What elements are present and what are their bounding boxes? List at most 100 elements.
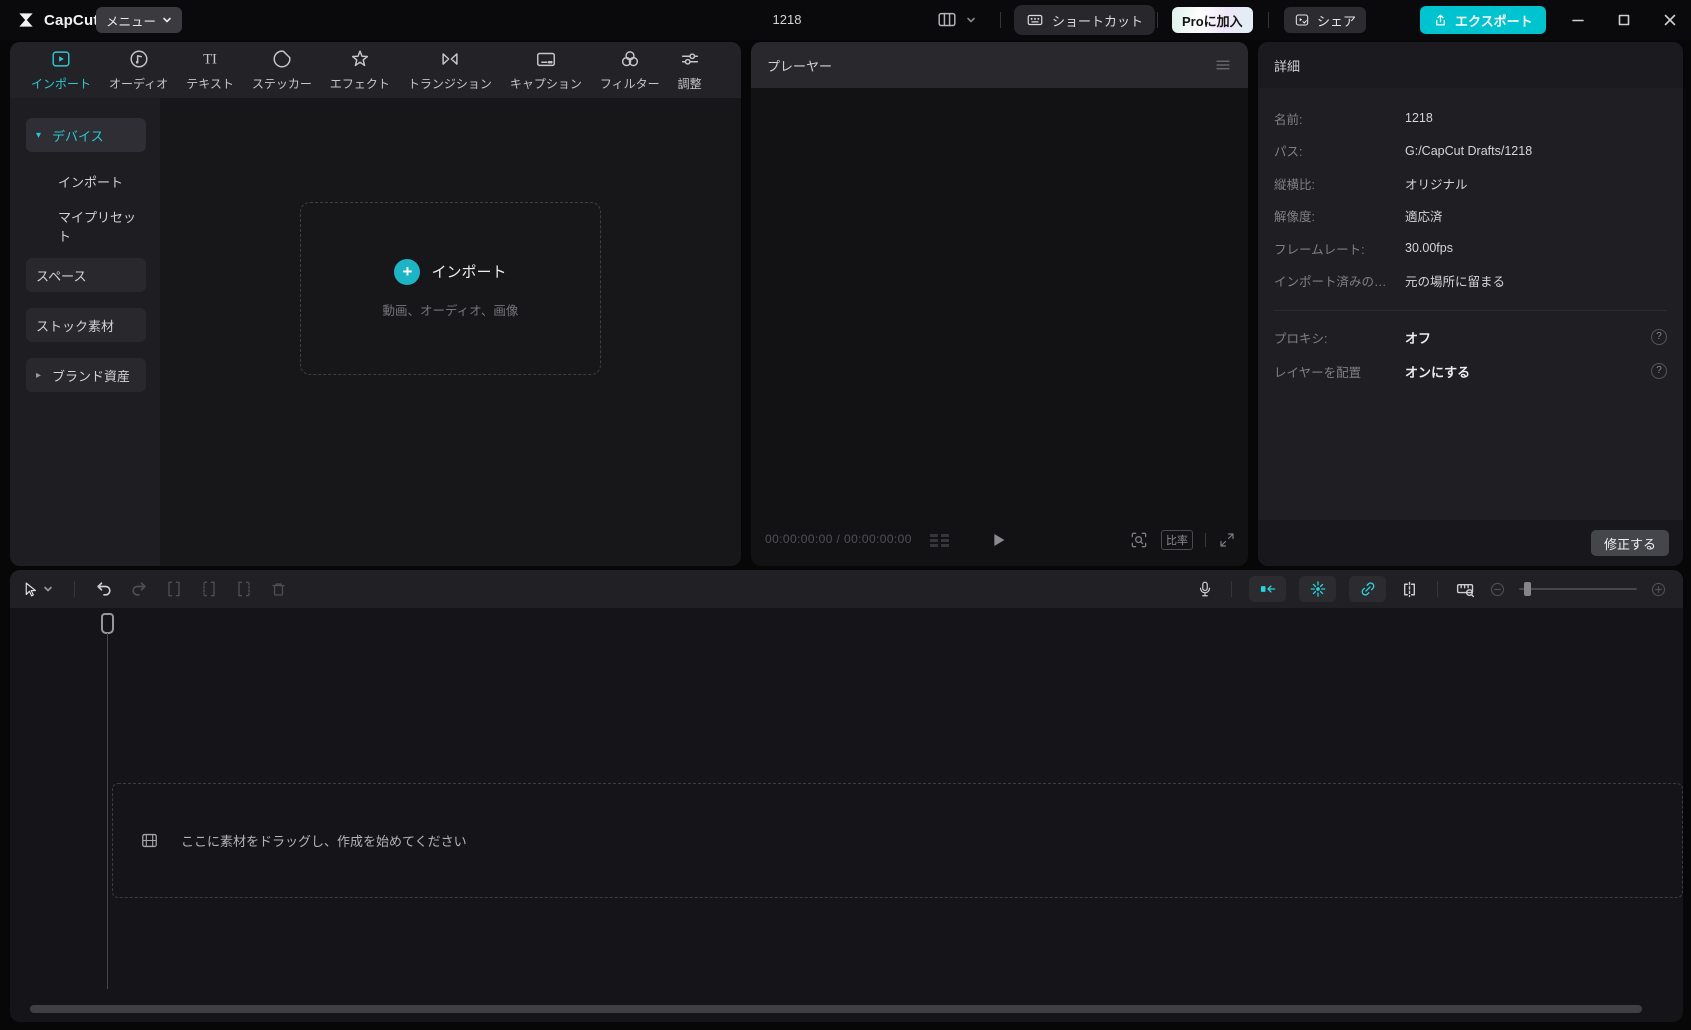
timeline-dropzone[interactable]: ここに素材をドラッグし、作成を始めてください [112, 783, 1683, 898]
sidebar-item-label: マイプリセット [58, 207, 146, 245]
help-icon[interactable]: ? [1651, 329, 1667, 345]
tab-audio[interactable]: オーディオ [100, 48, 177, 92]
minimize-icon[interactable] [1571, 13, 1585, 27]
sidebar-item-my-presets[interactable]: マイプリセット [26, 213, 146, 239]
microphone-icon [1196, 580, 1214, 598]
trash-icon [269, 580, 288, 599]
preview-axis-button[interactable] [1455, 579, 1476, 600]
sidebar-item-import[interactable]: インポート [26, 168, 146, 194]
minus-circle-icon [1489, 581, 1506, 598]
detail-label: フレームレート: [1274, 239, 1405, 258]
join-pro-label: Proに加入 [1182, 11, 1243, 30]
detail-row-name: 名前: 1218 [1274, 102, 1667, 135]
detail-value: 30.00fps [1405, 241, 1453, 255]
close-icon[interactable] [1663, 13, 1677, 27]
undo-icon [94, 579, 114, 599]
cursor-icon [22, 581, 39, 598]
menu-button[interactable]: メニュー [96, 7, 182, 33]
sidebar-item-device[interactable]: ▾ デバイス [26, 118, 146, 152]
horizontal-scrollbar[interactable] [30, 1005, 1642, 1013]
player-menu-icon[interactable] [1214, 56, 1232, 74]
title-bar: CapCut メニュー 1218 ショートカット Proに加入 [0, 0, 1691, 40]
slider-handle[interactable] [1524, 582, 1531, 596]
share-button[interactable]: シェア [1284, 7, 1366, 33]
undo-button[interactable] [94, 579, 114, 599]
sidebar-item-brand-assets[interactable]: ▸ ブランド資産 [26, 358, 146, 392]
tab-transitions[interactable]: トランジション [399, 48, 501, 92]
import-dropzone[interactable]: + インポート 動画、オーディオ、画像 [300, 202, 601, 375]
redo-button[interactable] [129, 579, 149, 599]
record-voiceover-button[interactable] [1196, 580, 1214, 598]
tab-text[interactable]: TI テキスト [177, 48, 243, 92]
window-controls [1571, 0, 1677, 40]
tab-filters-label: フィルター [600, 75, 660, 92]
timecode-display: 00:00:00:00 / 00:00:00:00 [765, 532, 912, 546]
snap-toggle-button[interactable] [1249, 576, 1286, 602]
tab-captions[interactable]: キャプション [501, 48, 591, 92]
delete-right-button[interactable] [234, 579, 254, 599]
tool-dropdown-button[interactable] [43, 584, 53, 594]
play-button[interactable] [987, 529, 1009, 551]
triangle-right-icon: ▸ [36, 370, 46, 381]
detail-label: パス: [1274, 141, 1405, 160]
layout-icon [936, 9, 958, 31]
divider [1000, 12, 1001, 28]
playhead-handle[interactable] [101, 613, 114, 634]
sticker-icon [271, 48, 293, 70]
divider [74, 581, 75, 597]
filter-icon [619, 48, 641, 70]
detail-value: G:/CapCut Drafts/1218 [1405, 144, 1532, 158]
transition-icon [439, 48, 461, 70]
preview-quality-icon[interactable] [1129, 530, 1149, 550]
ratio-button[interactable]: 比率 [1161, 530, 1193, 550]
sidebar-item-label: ストック素材 [36, 316, 114, 335]
zoom-in-button[interactable] [1650, 581, 1667, 598]
timeline-tracks-area[interactable]: ここに素材をドラッグし、作成を始めてください [10, 608, 1683, 1022]
details-panel: 詳細 名前: 1218 パス: G:/CapCut Drafts/1218 縦横… [1258, 42, 1683, 566]
divider [1157, 12, 1158, 28]
detail-label: インポート済みの… [1274, 271, 1405, 290]
sidebar-item-stock-media[interactable]: ストック素材 [26, 308, 146, 342]
auto-ripple-toggle-button[interactable] [1299, 576, 1336, 602]
redo-icon [129, 579, 149, 599]
export-icon [1433, 13, 1448, 28]
select-tool-button[interactable] [22, 581, 39, 598]
join-pro-button[interactable]: Proに加入 [1172, 7, 1253, 33]
proxy-value[interactable]: オフ [1405, 328, 1431, 347]
divider [1274, 310, 1667, 311]
media-content-area: + インポート 動画、オーディオ、画像 [160, 98, 741, 566]
sidebar-item-spaces[interactable]: スペース [26, 258, 146, 292]
split-at-playhead-button[interactable] [1399, 579, 1420, 600]
export-button[interactable]: エクスポート [1420, 6, 1546, 34]
sidebar-item-label: デバイス [52, 126, 104, 145]
timeline-zoom-slider[interactable] [1519, 582, 1637, 596]
proxy-label: プロキシ: [1274, 328, 1405, 347]
tab-adjust[interactable]: 調整 [669, 48, 711, 92]
film-clip-icon [140, 831, 159, 850]
timeline-toolbar [10, 570, 1683, 608]
delete-left-button[interactable] [199, 579, 219, 599]
tab-transitions-label: トランジション [408, 75, 492, 92]
detail-row-path: パス: G:/CapCut Drafts/1218 [1274, 135, 1667, 168]
playhead-line [107, 633, 108, 989]
svg-text:TI: TI [203, 52, 217, 68]
tab-effects[interactable]: エフェクト [321, 48, 399, 92]
slider-track [1519, 588, 1637, 590]
split-button[interactable] [164, 579, 184, 599]
help-icon[interactable]: ? [1651, 363, 1667, 379]
maximize-icon[interactable] [1617, 13, 1631, 27]
layer-value[interactable]: オンにする [1405, 362, 1470, 381]
zoom-out-button[interactable] [1489, 581, 1506, 598]
layout-switcher[interactable] [936, 0, 976, 40]
link-toggle-button[interactable] [1349, 576, 1386, 602]
tab-import[interactable]: インポート [22, 48, 100, 92]
detail-label: 解像度: [1274, 206, 1405, 225]
app-name: CapCut [44, 12, 99, 29]
modify-button[interactable]: 修正する [1591, 530, 1669, 556]
delete-button[interactable] [269, 580, 288, 599]
tab-filters[interactable]: フィルター [591, 48, 669, 92]
fullscreen-icon[interactable] [1218, 531, 1236, 549]
frame-list-icon[interactable] [929, 533, 951, 549]
shortcut-button[interactable]: ショートカット [1014, 5, 1155, 35]
tab-sticker[interactable]: ステッカー [243, 48, 321, 92]
